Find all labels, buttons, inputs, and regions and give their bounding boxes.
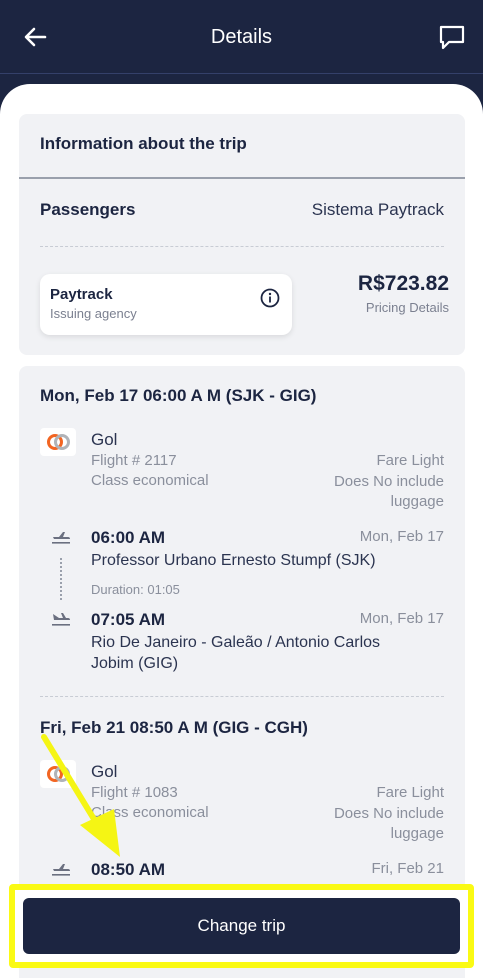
dashed-divider xyxy=(40,246,444,247)
header-divider xyxy=(0,73,483,74)
fare-name: Fare Light xyxy=(376,784,444,801)
fare-class: Class economical xyxy=(91,472,209,489)
route-line xyxy=(60,558,62,600)
flight-number: Flight # 2117 xyxy=(91,452,177,469)
departure-date: Mon, Feb 17 xyxy=(359,528,444,545)
info-icon[interactable] xyxy=(260,288,280,308)
agency-subtitle: Issuing agency xyxy=(50,306,137,321)
change-trip-button[interactable]: Change trip xyxy=(23,898,460,954)
fare-class: Class economical xyxy=(91,804,209,821)
top-app-bar: Details xyxy=(0,0,483,74)
trip-info-heading: Information about the trip xyxy=(40,134,247,153)
agency-name: Paytrack xyxy=(50,286,113,303)
trip-info-card: Information about the trip Passengers Si… xyxy=(19,114,465,355)
plane-takeoff-icon xyxy=(52,532,70,544)
airline-name: Gol xyxy=(91,762,118,781)
details-sheet: Information about the trip Passengers Si… xyxy=(0,84,483,978)
gol-logo-icon xyxy=(40,428,76,456)
page-title: Details xyxy=(210,26,273,48)
dashed-divider xyxy=(40,696,444,697)
departure-time: 08:50 AM xyxy=(91,860,166,879)
agency-card: Paytrack Issuing agency xyxy=(40,274,292,335)
passengers-label: Passengers xyxy=(40,200,136,219)
departure-date: Fri, Feb 21 xyxy=(371,860,444,877)
airline-name: Gol xyxy=(91,430,118,449)
plane-takeoff-icon xyxy=(52,864,70,876)
luggage-info: Does No include luggage xyxy=(333,473,444,510)
passengers-value: Sistema Paytrack xyxy=(311,200,444,219)
fare-name: Fare Light xyxy=(376,452,444,469)
arrival-date: Mon, Feb 17 xyxy=(359,610,444,627)
plane-landing-icon xyxy=(52,613,70,626)
departure-airport: Professor Urbano Ernesto Stumpf (SJK) xyxy=(91,552,376,569)
price-total: R$723.82 xyxy=(357,272,449,295)
chat-bubble-icon[interactable] xyxy=(437,22,467,52)
pricing-details-link[interactable]: Pricing Details xyxy=(366,300,449,315)
gol-logo-icon xyxy=(40,760,76,788)
change-trip-highlight: Change trip xyxy=(9,884,474,968)
arrival-airport: Rio De Janeiro - Galeão / Antonio Carlos… xyxy=(91,634,381,672)
flight-number: Flight # 1083 xyxy=(91,784,178,801)
departure-time: 06:00 AM xyxy=(91,528,166,547)
segment-title: Fri, Feb 21 08:50 A M (GIG - CGH) xyxy=(40,718,308,737)
arrival-time: 07:05 AM xyxy=(91,610,166,629)
luggage-info: Does No include luggage xyxy=(333,805,444,842)
divider xyxy=(19,177,465,179)
segment-title: Mon, Feb 17 06:00 A M (SJK - GIG) xyxy=(40,386,317,405)
flight-duration: Duration: 01:05 xyxy=(91,582,180,597)
